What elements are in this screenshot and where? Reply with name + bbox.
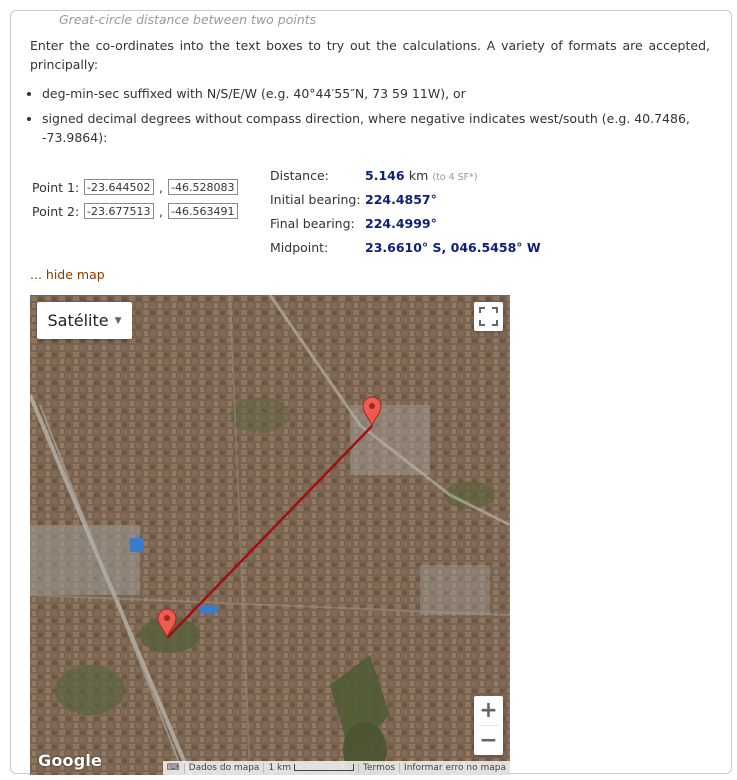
scale-indicator[interactable]: 1 km	[263, 763, 358, 773]
distance-unit: km	[408, 167, 429, 183]
route-overlay	[157, 396, 382, 639]
fieldset-legend: Great-circle distance between two points	[53, 12, 323, 27]
significant-figures-note: (to 4 SF*)	[432, 171, 478, 183]
format-item: deg-min-sec suffixed with N/S/E/W (e.g. …	[42, 84, 732, 103]
format-item: signed decimal degrees without compass d…	[42, 109, 732, 147]
map-attribution-bar: ⌨ Dados do mapa 1 km Termos Informar err…	[162, 761, 510, 775]
final-bearing-value: 224.4999°	[365, 215, 437, 231]
initial-bearing-row: Initial bearing: 224.4857°	[270, 187, 541, 211]
point-1-marker-icon[interactable]	[362, 396, 382, 427]
initial-bearing-value: 224.4857°	[365, 191, 437, 207]
great-circle-route-line	[166, 425, 373, 639]
fullscreen-button[interactable]	[474, 302, 503, 331]
map-type-button[interactable]: Satélite ▼	[37, 302, 132, 339]
intro-text: Enter the co-ordinates into the text box…	[30, 38, 710, 72]
comma-separator: ,	[159, 179, 163, 195]
keyboard-icon[interactable]: ⌨	[163, 763, 184, 773]
final-bearing-row: Final bearing: 224.4999°	[270, 211, 541, 235]
scale-bar	[294, 764, 355, 771]
minus-icon: −	[479, 728, 498, 753]
midpoint-label: Midpoint:	[270, 239, 329, 255]
point-2-label: Point 2:	[32, 203, 80, 219]
map-data-link[interactable]: Dados do mapa	[183, 763, 264, 773]
point-inputs: Point 1: , Point 2: ,	[32, 176, 238, 224]
distance-label: Distance:	[270, 167, 329, 183]
distance-row: Distance: 5.146 km (to 4 SF*)	[270, 163, 541, 187]
point-1-lat-input[interactable]	[84, 179, 154, 195]
midpoint-value: 23.6610° S, 046.5458° W	[365, 239, 541, 255]
point-2-marker-icon[interactable]	[157, 608, 177, 639]
final-bearing-label: Final bearing:	[270, 215, 355, 231]
results-panel: Distance: 5.146 km (to 4 SF*) Initial bea…	[270, 163, 541, 259]
caret-down-icon: ▼	[114, 315, 122, 326]
comma-separator: ,	[159, 203, 163, 219]
fullscreen-icon	[479, 307, 498, 326]
zoom-control: + −	[474, 696, 503, 755]
point-2-lat-input[interactable]	[84, 203, 154, 219]
point-1-lon-input[interactable]	[167, 179, 238, 195]
zoom-in-button[interactable]: +	[474, 696, 503, 725]
midpoint-row: Midpoint: 23.6610° S, 046.5458° W	[270, 235, 541, 259]
zoom-out-button[interactable]: −	[474, 726, 503, 755]
terms-link[interactable]: Termos	[358, 763, 399, 773]
distance-value: 5.146 km (to 4 SF*)	[365, 168, 478, 183]
formats-list: deg-min-sec suffixed with N/S/E/W (e.g. …	[22, 84, 732, 153]
google-logo: Google	[38, 751, 103, 770]
map-type-label: Satélite	[47, 311, 109, 330]
point-2-lon-input[interactable]	[167, 203, 238, 219]
initial-bearing-label: Initial bearing:	[270, 191, 361, 207]
point-2-row: Point 2: ,	[32, 200, 238, 222]
plus-icon: +	[479, 698, 498, 723]
distance-number: 5.146	[365, 167, 405, 183]
scale-label: 1 km	[268, 763, 292, 773]
hide-map-link[interactable]: ... hide map	[30, 267, 105, 282]
point-1-row: Point 1: ,	[32, 176, 238, 198]
satellite-map[interactable]: Satélite ▼ + − Google ⌨ Dados do mapa 1 …	[30, 295, 510, 775]
report-error-link[interactable]: Informar erro no mapa	[399, 763, 510, 773]
point-1-label: Point 1:	[32, 179, 80, 195]
